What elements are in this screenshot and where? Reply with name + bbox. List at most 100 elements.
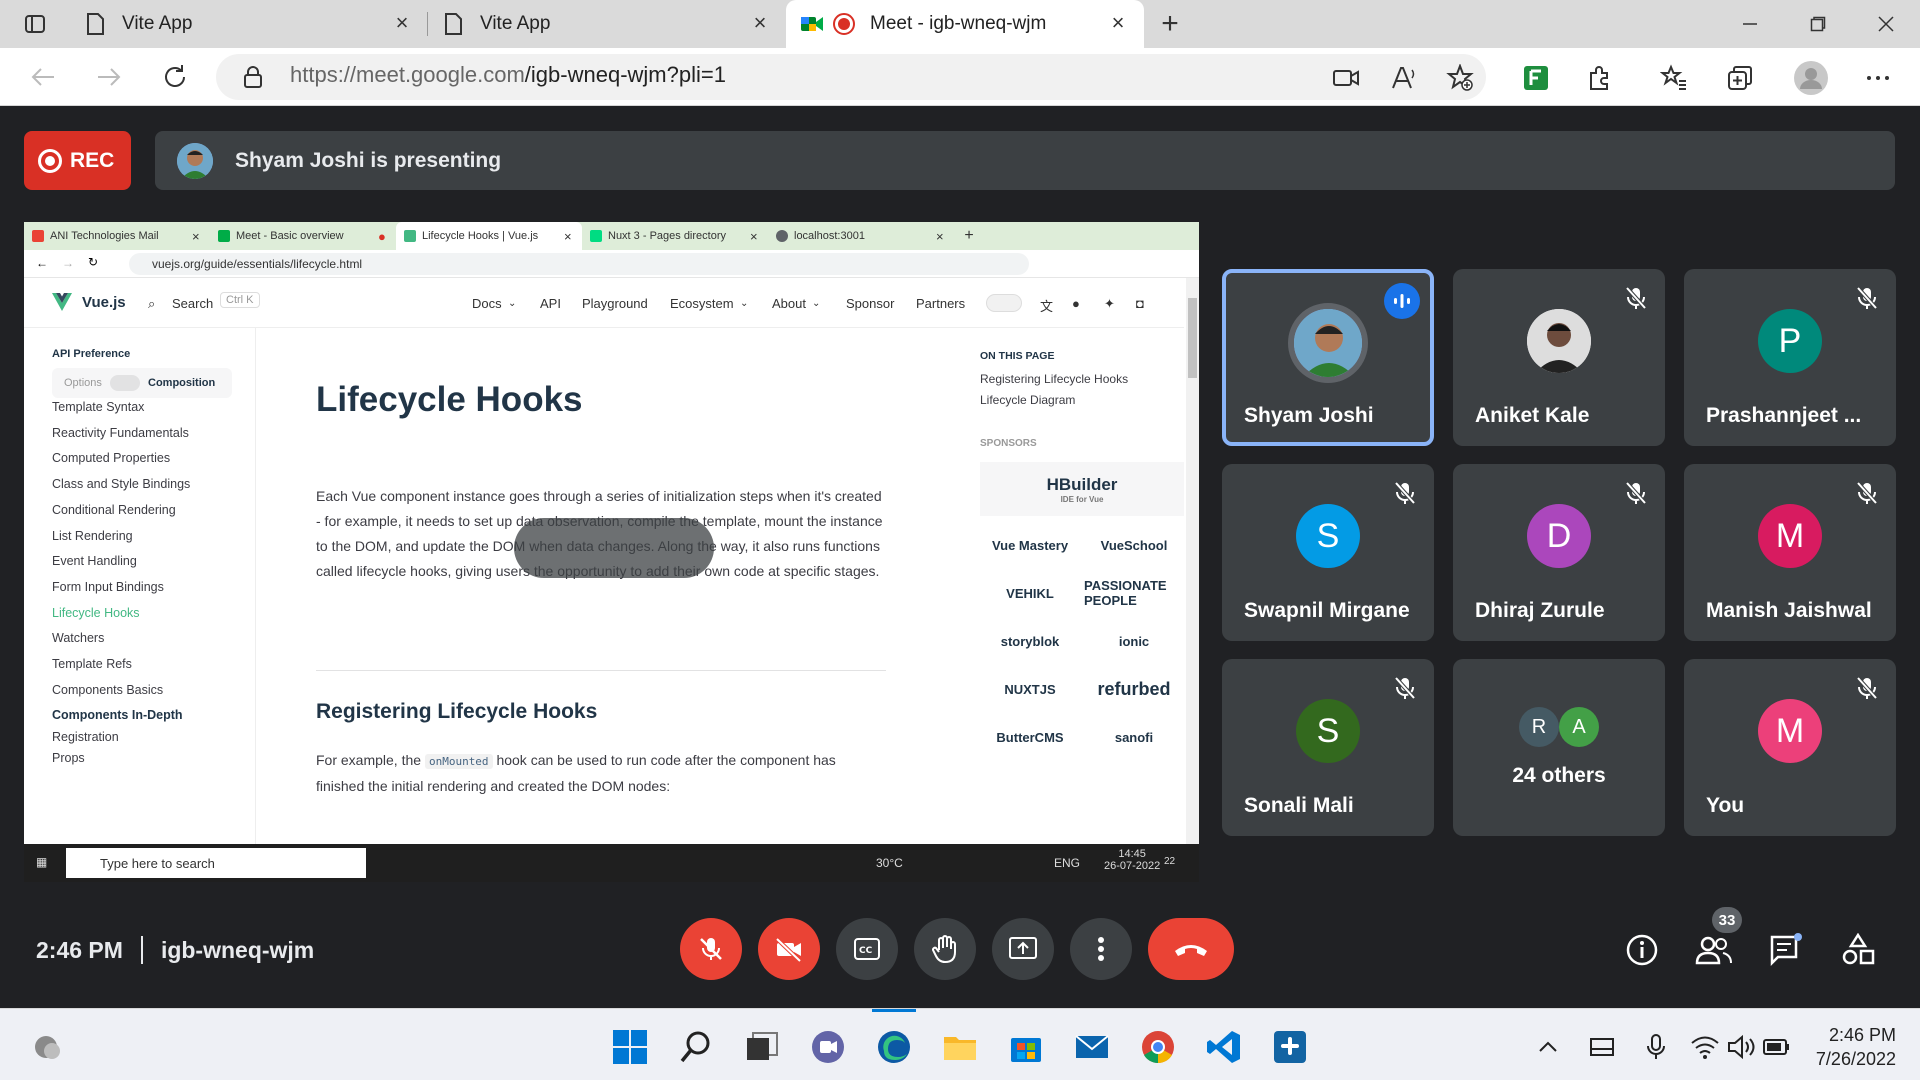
extension-green-icon[interactable]	[1522, 64, 1550, 92]
more-options-button[interactable]	[1070, 918, 1132, 980]
toggle-switch	[110, 375, 140, 391]
camera-toggle-button[interactable]	[758, 918, 820, 980]
taskbar-search-text: Type here to search	[100, 856, 215, 871]
close-icon: ×	[564, 228, 572, 244]
shared-browser-tabs: ANI Technologies Mail × Meet - Basic over…	[24, 222, 1199, 250]
presenter-avatar	[177, 142, 213, 179]
paragraph: For example, the onMounted hook can be u…	[316, 748, 886, 799]
browser-tab[interactable]: Vite App ×	[70, 0, 428, 48]
api-preference-label: API Preference	[52, 348, 131, 360]
present-button[interactable]	[992, 918, 1054, 980]
mic-toggle-button[interactable]	[680, 918, 742, 980]
participant-name: Manish Jaishwal	[1706, 599, 1872, 622]
volume-icon[interactable]	[1726, 1029, 1756, 1065]
address-toolbar	[0, 48, 1920, 106]
shared-tab: localhost:3001 ×	[768, 222, 954, 250]
participant-tile[interactable]: M You	[1684, 659, 1896, 836]
chat-button[interactable]	[1766, 930, 1806, 970]
slack-icon[interactable]	[1272, 1029, 1308, 1065]
close-icon[interactable]: ×	[748, 12, 772, 36]
participant-avatar: M	[1758, 504, 1822, 568]
forward-icon[interactable]	[94, 62, 124, 92]
favorites-icon[interactable]	[1660, 64, 1688, 92]
captions-icon: CC	[854, 938, 880, 960]
url-path: /igb-wneq-wjm?pli=1	[524, 62, 726, 87]
store-icon[interactable]	[1008, 1029, 1044, 1065]
on-this-page-label: ON THIS PAGE	[980, 350, 1055, 362]
participant-tile[interactable]: Aniket Kale	[1453, 269, 1665, 446]
task-view-icon[interactable]	[744, 1029, 780, 1065]
mic-off-icon	[1854, 675, 1880, 701]
close-window-icon[interactable]	[1852, 0, 1920, 48]
sidebar-link: Registration	[52, 730, 119, 744]
start-icon[interactable]	[612, 1029, 648, 1065]
raise-hand-button[interactable]	[914, 918, 976, 980]
tab-title: Vite App	[480, 13, 551, 34]
read-aloud-icon[interactable]	[1390, 64, 1418, 92]
participant-tile[interactable]: P Prashannjeet ...	[1684, 269, 1896, 446]
camera-off-icon	[775, 937, 802, 963]
wifi-icon[interactable]	[1690, 1029, 1720, 1065]
participant-avatar: D	[1527, 504, 1591, 568]
browser-tab[interactable]: Vite App ×	[428, 0, 786, 48]
participant-name: Dhiraj Zurule	[1475, 599, 1605, 622]
leave-call-button[interactable]	[1148, 918, 1234, 980]
browser-tab-active[interactable]: Meet - igb-wneq-wjm ×	[786, 0, 1144, 48]
system-clock[interactable]: 2:46 PM 7/26/2022	[1816, 1023, 1896, 1071]
participant-tile[interactable]: Shyam Joshi	[1222, 269, 1434, 446]
search-icon[interactable]	[678, 1029, 714, 1065]
add-favorite-icon[interactable]	[1446, 64, 1474, 92]
minimize-icon[interactable]	[1716, 0, 1784, 48]
edge-icon[interactable]	[876, 1029, 912, 1065]
meeting-details-button[interactable]	[1622, 930, 1662, 970]
battery-icon[interactable]	[1762, 1029, 1792, 1065]
close-icon[interactable]: ×	[390, 12, 414, 36]
file-explorer-icon[interactable]	[942, 1029, 978, 1065]
weather-icon[interactable]	[30, 1029, 66, 1065]
sponsor-logo: VEHIKL	[1006, 585, 1054, 601]
more-options-icon[interactable]	[1864, 64, 1892, 92]
participant-tile[interactable]: R A 24 others	[1453, 659, 1665, 836]
participant-tile[interactable]: S Swapnil Mirgane	[1222, 464, 1434, 641]
people-button[interactable]	[1694, 930, 1734, 970]
restore-icon[interactable]	[1784, 0, 1852, 48]
sidebar-link: Reactivity Fundamentals	[52, 425, 189, 440]
chrome-icon[interactable]	[1140, 1029, 1176, 1065]
participant-tile[interactable]: M Manish Jaishwal	[1684, 464, 1896, 641]
taskbar-search: Type here to search	[66, 848, 366, 878]
toc-link: Registering Lifecycle Hooks	[980, 372, 1129, 386]
chevron-down-icon: ⌄	[508, 298, 517, 309]
back-icon[interactable]	[28, 62, 58, 92]
touch-keyboard-icon[interactable]	[1588, 1029, 1616, 1065]
vscode-icon[interactable]	[1206, 1029, 1242, 1065]
extensions-icon[interactable]	[1586, 64, 1614, 92]
teams-chat-icon[interactable]	[810, 1029, 846, 1065]
microphone-icon[interactable]	[1644, 1029, 1668, 1065]
sidebar-link: Form Input Bindings	[52, 579, 164, 594]
shared-screen: ANI Technologies Mail × Meet - Basic over…	[24, 222, 1199, 882]
camera-icon[interactable]	[1332, 64, 1360, 92]
sponsor-tagline: IDE for Vue	[1060, 494, 1104, 504]
mic-off-icon	[700, 938, 722, 960]
collections-icon[interactable]	[1726, 64, 1754, 92]
profile-avatar[interactable]	[1794, 61, 1828, 95]
section-heading: Registering Lifecycle Hooks	[316, 700, 598, 723]
close-icon: ×	[192, 228, 200, 244]
tab-actions-icon[interactable]	[0, 0, 70, 48]
captions-button[interactable]: CC	[836, 918, 898, 980]
sponsor-logo: PASSIONATE PEOPLE	[1084, 578, 1167, 608]
shared-tab-title: Nuxt 3 - Pages directory	[608, 230, 726, 242]
close-icon[interactable]: ×	[1106, 12, 1130, 36]
refresh-icon[interactable]	[160, 62, 190, 92]
participant-tile[interactable]: S Sonali Mali	[1222, 659, 1434, 836]
lock-icon[interactable]	[240, 64, 266, 90]
shared-tab: Nuxt 3 - Pages directory ×	[582, 222, 768, 250]
nuxt-icon	[590, 230, 602, 242]
twitter-icon: ✦	[1104, 296, 1115, 311]
show-hidden-icons[interactable]	[1536, 1029, 1560, 1065]
language: ENG	[1054, 856, 1081, 870]
activities-button[interactable]	[1838, 930, 1878, 970]
new-tab-icon[interactable]: +	[1144, 0, 1196, 48]
participant-tile[interactable]: D Dhiraj Zurule	[1453, 464, 1665, 641]
mail-icon[interactable]	[1074, 1029, 1110, 1065]
